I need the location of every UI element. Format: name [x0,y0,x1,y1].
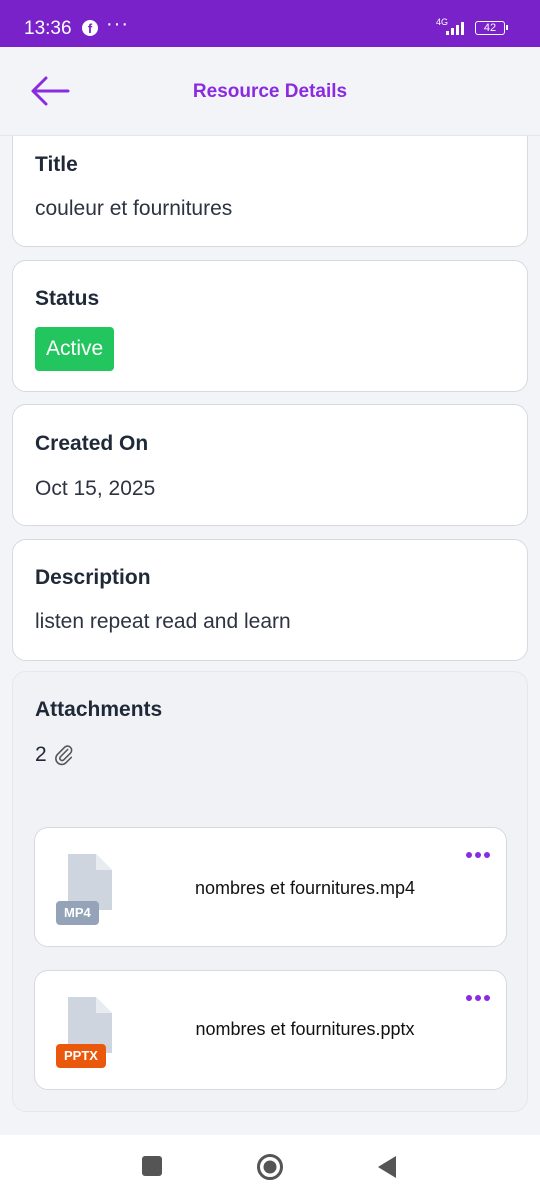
created-on-card: Created On Oct 15, 2025 [12,404,528,526]
file-type-badge: PPTX [56,1044,106,1068]
status-badge: Active [35,327,115,371]
file-name[interactable]: nombres et fournitures.mp4 [155,878,455,899]
system-nav-bar [0,1135,540,1200]
file-type-badge: MP4 [56,901,99,925]
status-card: Status Active [12,260,528,392]
title-value: couleur et fournitures [35,197,233,220]
status-time: 13:36 [24,18,72,39]
description-label: Description [35,566,151,589]
home-icon[interactable] [256,1153,284,1181]
attachment-item[interactable]: MP4 nombres et fournitures.mp4 [34,827,507,947]
paperclip-icon [55,745,73,766]
created-on-value: Oct 15, 2025 [35,477,156,500]
app-bar: Resource Details [0,47,540,136]
title-card: Title couleur et fournitures [12,118,528,247]
facebook-icon: f [82,20,98,36]
status-bar: 13:36 f ··· 4G 42 [0,0,540,47]
description-value: listen repeat read and learn [35,610,291,633]
title-label: Title [35,153,78,176]
signal-icon [446,21,468,35]
attachments-label: Attachments [35,698,163,721]
file-name[interactable]: nombres et fournitures.pptx [155,1019,455,1040]
battery-icon: 42 [475,21,508,35]
status-label: Status [35,287,100,310]
attachments-panel: Attachments 2 MP4 nombres et fournitures… [12,671,528,1112]
nav-back-icon[interactable] [376,1154,398,1180]
description-card: Description listen repeat read and learn [12,539,528,661]
created-on-label: Created On [35,432,149,455]
attachments-count: 2 [35,743,47,766]
page-title: Resource Details [192,81,348,102]
more-options-icon[interactable] [466,993,490,1003]
recent-apps-icon[interactable] [142,1156,162,1176]
more-notifications-icon: ··· [106,13,129,35]
more-options-icon[interactable] [466,850,490,860]
attachment-item[interactable]: PPTX nombres et fournitures.pptx [34,970,507,1090]
